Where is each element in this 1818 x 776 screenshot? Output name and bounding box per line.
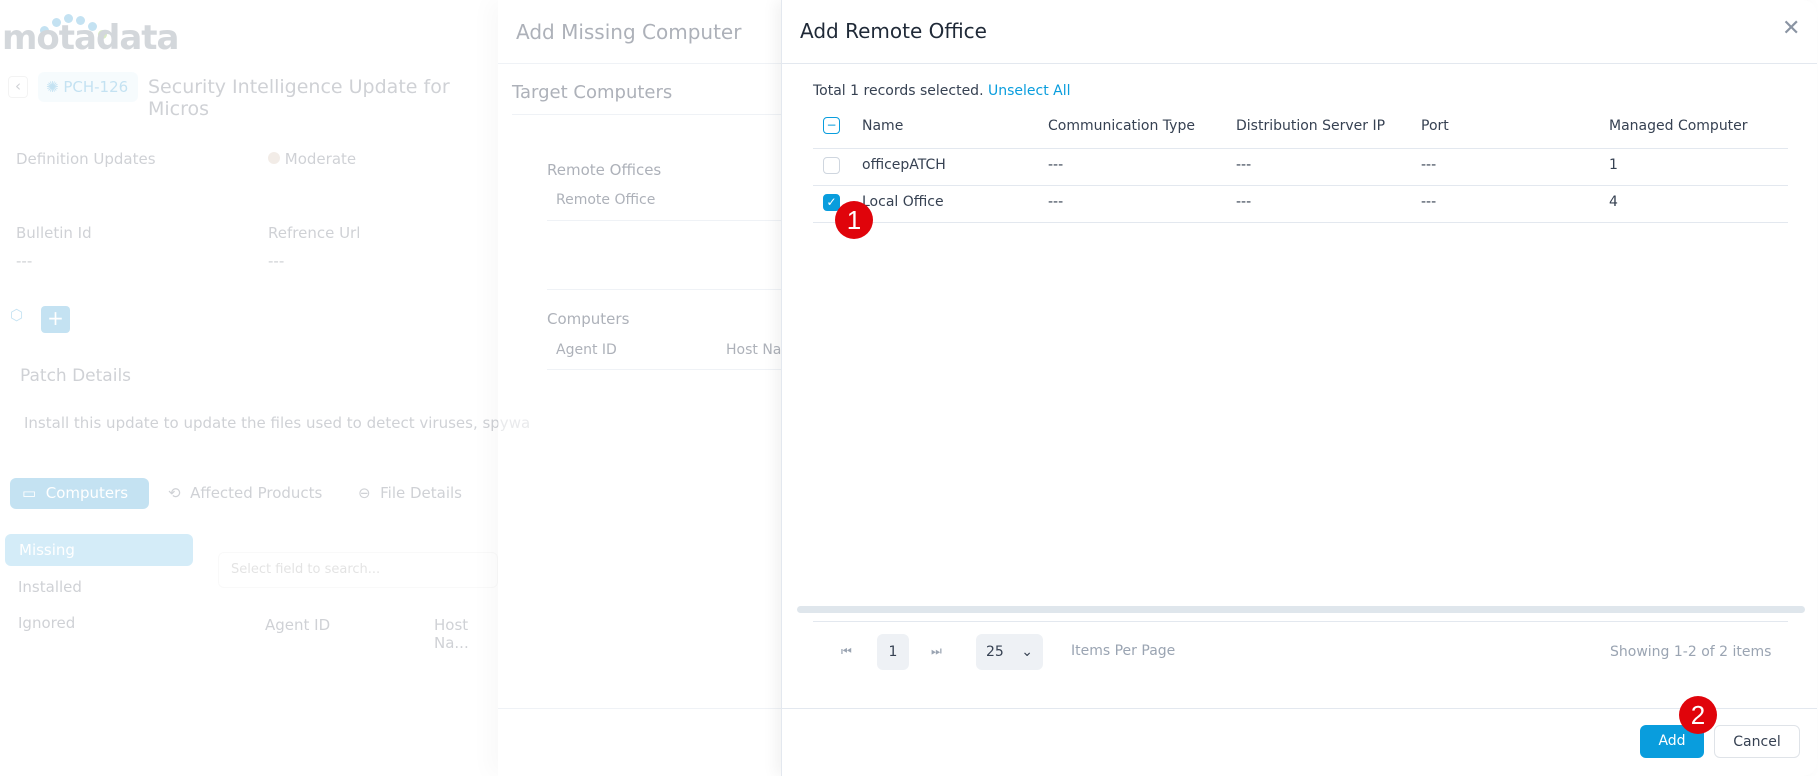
- remote-office-col: Remote Office: [556, 192, 656, 208]
- ref-label: Refrence Url: [268, 224, 361, 242]
- remote-offices-label: Remote Offices: [547, 161, 662, 179]
- subtab-ignored[interactable]: Ignored: [18, 614, 75, 632]
- category: Definition Updates: [16, 150, 156, 168]
- row-comm: ---: [1048, 194, 1064, 210]
- annotation-badge-1: 1: [835, 201, 873, 239]
- showing-count: Showing 1-2 of 2 items: [1610, 644, 1772, 660]
- tag-icon[interactable]: ⬡: [10, 306, 23, 324]
- tab-computers[interactable]: ▭ Computers: [10, 478, 149, 509]
- cancel-button[interactable]: Cancel: [1714, 725, 1800, 758]
- row-ip: ---: [1236, 157, 1252, 173]
- per-page-select[interactable]: 25 ⌄: [976, 634, 1043, 670]
- subtab-missing[interactable]: Missing: [5, 534, 193, 566]
- logo: motadata: [2, 18, 179, 58]
- background-page: motadata ‹ ✺ PCH-126 Security Intelligen…: [0, 0, 530, 776]
- add-tag-button[interactable]: +: [41, 306, 70, 333]
- row-port: ---: [1421, 157, 1437, 173]
- close-icon[interactable]: ✕: [1782, 16, 1800, 41]
- annotation-badge-2: 2: [1679, 696, 1717, 734]
- bulletin-label: Bulletin Id: [16, 224, 92, 242]
- add-remote-office-dialog: Add Remote Office ✕ Total 1 records sele…: [781, 0, 1817, 776]
- row-name: officepATCH: [862, 157, 946, 173]
- computers-label: Computers: [547, 310, 630, 328]
- row-managed: 1: [1609, 157, 1618, 173]
- col-distribution-server-ip[interactable]: Distribution Server IP: [1236, 118, 1385, 134]
- last-page-icon[interactable]: ⏭: [931, 644, 942, 659]
- back-button[interactable]: ‹: [8, 76, 28, 98]
- dialog-title: Add Remote Office: [800, 19, 987, 43]
- horizontal-scrollbar[interactable]: [797, 606, 1805, 613]
- unselect-all-link[interactable]: Unselect All: [988, 83, 1071, 99]
- col-managed-computer[interactable]: Managed Computer: [1609, 118, 1748, 134]
- row-checkbox[interactable]: [823, 157, 840, 174]
- row-name: Local Office: [862, 194, 944, 210]
- ticket-id: PCH-126: [63, 78, 129, 96]
- first-page-icon[interactable]: ⏮: [841, 644, 852, 659]
- row-port: ---: [1421, 194, 1437, 210]
- patch-description: Install this update to update the files …: [24, 414, 531, 432]
- row-comm: ---: [1048, 157, 1064, 173]
- col-agent-id: Agent ID: [556, 342, 617, 358]
- ticket-id-badge: ✺ PCH-126: [38, 72, 138, 102]
- tab-file-details[interactable]: ⊖ File Details: [358, 484, 462, 502]
- ref-value: ---: [268, 252, 285, 270]
- selection-summary: Total 1 records selected. Unselect All: [813, 83, 1071, 99]
- severity: Moderate: [268, 150, 356, 168]
- col-host-name: Host Na...: [434, 616, 469, 652]
- col-communication-type[interactable]: Communication Type: [1048, 118, 1195, 134]
- patch-details-title: Patch Details: [20, 366, 132, 386]
- ticket-title: Security Intelligence Update for Micros: [148, 76, 450, 120]
- chevron-down-icon: ⌄: [1021, 644, 1033, 660]
- page-1-button[interactable]: 1: [877, 634, 909, 670]
- bulletin-value: ---: [16, 252, 33, 270]
- search-input[interactable]: Select field to search...: [218, 552, 498, 588]
- col-agent-id: Agent ID: [265, 616, 331, 634]
- subtab-installed[interactable]: Installed: [18, 578, 82, 596]
- col-name[interactable]: Name: [862, 118, 903, 134]
- panel-title: Add Missing Computer: [516, 20, 742, 44]
- row-ip: ---: [1236, 194, 1252, 210]
- col-port[interactable]: Port: [1421, 118, 1449, 134]
- col-host-name: Host Nar: [726, 342, 788, 358]
- row-managed: 4: [1609, 194, 1618, 210]
- add-missing-computer-panel: Add Missing Computer Target Computers Re…: [498, 0, 787, 776]
- tab-affected-products[interactable]: ⟲ Affected Products: [168, 484, 322, 502]
- section-title: Target Computers: [512, 82, 673, 103]
- items-per-page-label: Items Per Page: [1071, 643, 1176, 659]
- select-all-checkbox[interactable]: −: [823, 117, 840, 134]
